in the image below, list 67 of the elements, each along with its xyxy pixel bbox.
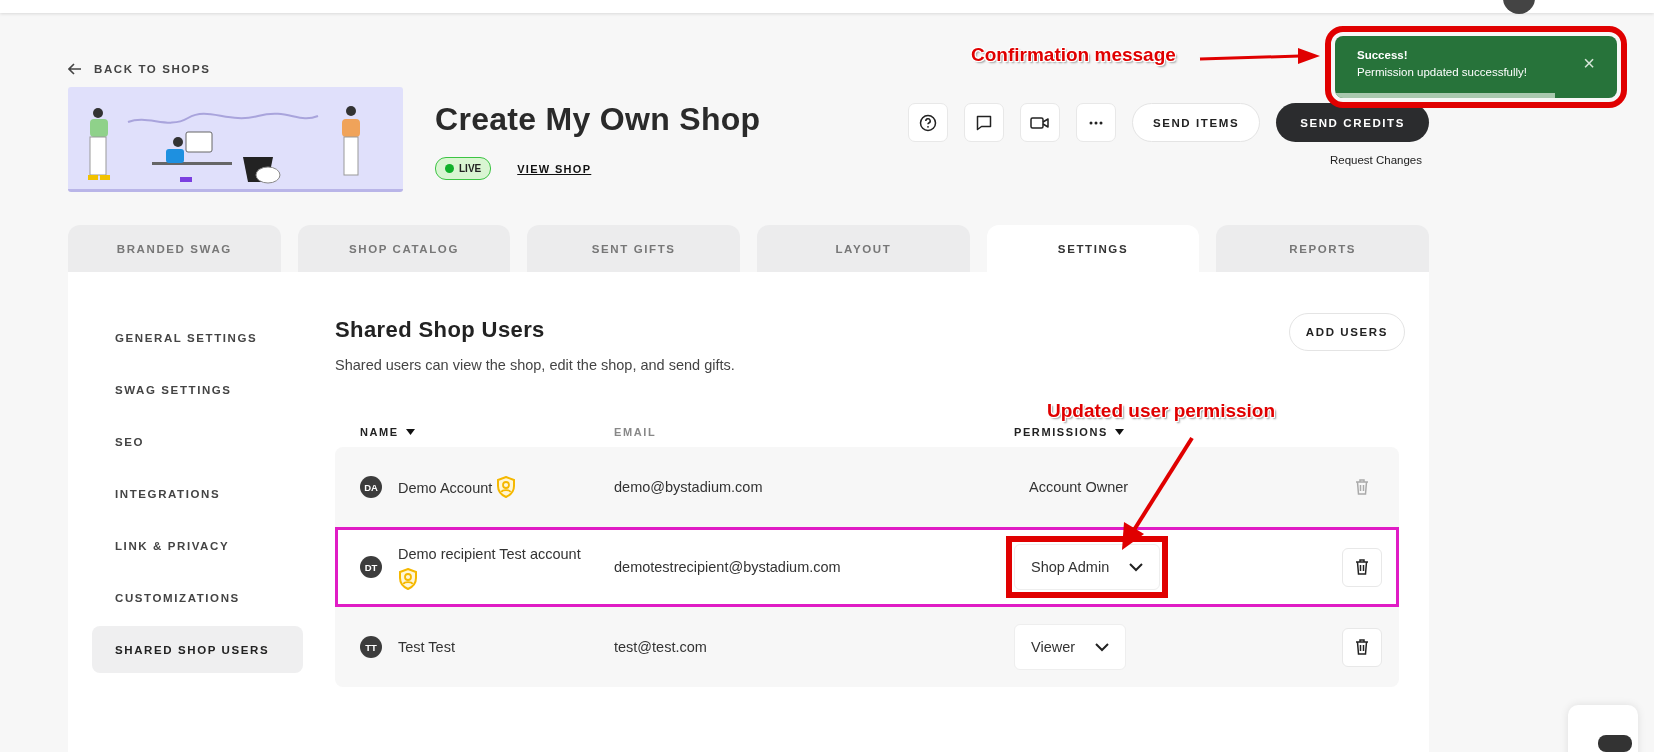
permission-dropdown[interactable]: Shop Admin	[1014, 544, 1161, 590]
toast-message: Permission updated successfully!	[1357, 66, 1529, 78]
tab[interactable]: LAYOUT	[757, 225, 970, 272]
tab[interactable]: SHOP CATALOG	[297, 225, 511, 272]
help-icon	[918, 113, 937, 132]
section-title: Shared Shop Users	[335, 317, 545, 343]
help-button[interactable]	[907, 103, 948, 142]
column-header[interactable]: PERMISSIONS	[1014, 426, 1342, 438]
add-users-button[interactable]: ADD USERS	[1288, 313, 1405, 351]
user-name: Test Test	[398, 638, 455, 657]
column-header[interactable]: EMAIL	[614, 426, 1014, 438]
sidebar-item[interactable]: CUSTOMIZATIONS	[92, 574, 303, 621]
toast-title: Success!	[1357, 49, 1409, 61]
send-items-button[interactable]: SEND ITEMS	[1131, 103, 1261, 142]
table-row[interactable]: TT Test Test test@test.com Viewer	[335, 607, 1399, 687]
send-credits-button[interactable]: SEND CREDITS	[1276, 103, 1429, 142]
table-row[interactable]: DT Demo recipient Test account demotestrecipient@bystadium.com Shop Admin	[335, 527, 1399, 607]
trash-icon	[1355, 479, 1369, 495]
video-button[interactable]	[1019, 103, 1060, 142]
avatar-initials: TT	[360, 636, 382, 658]
permission-dropdown[interactable]: Viewer	[1014, 624, 1127, 670]
tab[interactable]: SENT GIFTS	[527, 225, 740, 272]
user-email: demo@bystadium.com	[614, 479, 764, 495]
video-camera-icon	[1029, 115, 1050, 130]
user-email: demotestrecipient@bystadium.com	[614, 559, 842, 575]
more-icon	[1088, 120, 1103, 125]
view-shop-link[interactable]: VIEW SHOP	[517, 162, 592, 175]
shop-title: Create My Own Shop	[435, 101, 761, 138]
chevron-down-icon	[1095, 642, 1110, 652]
sidebar-item[interactable]: SEO	[92, 418, 303, 465]
section-description: Shared users can view the shop, edit the shop, and send gifts.	[335, 357, 736, 373]
sidebar-item[interactable]: GENERAL SETTINGS	[92, 314, 303, 361]
delete-button[interactable]	[1342, 547, 1382, 587]
user-name: Demo Account	[398, 479, 493, 498]
tab[interactable]: REPORTS	[1216, 225, 1430, 272]
tab[interactable]: BRANDED SWAG	[68, 225, 281, 272]
chat-icon	[1598, 735, 1632, 752]
tab[interactable]: SETTINGS	[986, 225, 1200, 272]
sort-caret-icon	[405, 429, 415, 435]
annotation-label: Updated user permission	[1047, 400, 1276, 422]
trash-icon	[1355, 639, 1369, 655]
close-button[interactable]: ×	[1583, 53, 1595, 73]
permission-text: Account Owner	[1028, 479, 1129, 495]
sidebar-item[interactable]: SHARED SHOP USERS	[92, 626, 303, 673]
chat-button[interactable]	[963, 103, 1004, 142]
back-link-label[interactable]: BACK TO SHOPS	[94, 63, 211, 75]
trash-icon	[1355, 559, 1369, 575]
shield-icon	[398, 568, 418, 590]
sort-caret-icon	[1115, 429, 1124, 435]
request-changes-link[interactable]: Request Changes	[1329, 154, 1422, 166]
shield-icon	[496, 476, 517, 498]
live-badge: LIVE	[435, 157, 492, 180]
avatar-initials: DT	[360, 556, 382, 578]
avatar-initials: DA	[360, 476, 382, 498]
delete-button[interactable]	[1342, 627, 1382, 667]
back-link[interactable]: BACK TO SHOPS	[68, 59, 211, 79]
sidebar-item[interactable]: INTEGRATIONS	[92, 470, 303, 517]
annotation-label: Confirmation message	[971, 44, 1176, 66]
sidebar-item[interactable]: SWAG SETTINGS	[92, 366, 303, 413]
column-header[interactable]: NAME	[360, 426, 614, 438]
sidebar-item[interactable]: LINK & PRIVACY	[92, 522, 303, 569]
arrow-left-icon	[68, 63, 82, 75]
user-email: test@test.com	[614, 639, 708, 655]
table-row[interactable]: DA Demo Account demo@bystadium.com Account Owner	[335, 447, 1399, 527]
chat-bubble-icon	[975, 114, 992, 131]
user-name: Demo recipient Test account	[398, 545, 581, 564]
chevron-down-icon	[1129, 562, 1144, 572]
